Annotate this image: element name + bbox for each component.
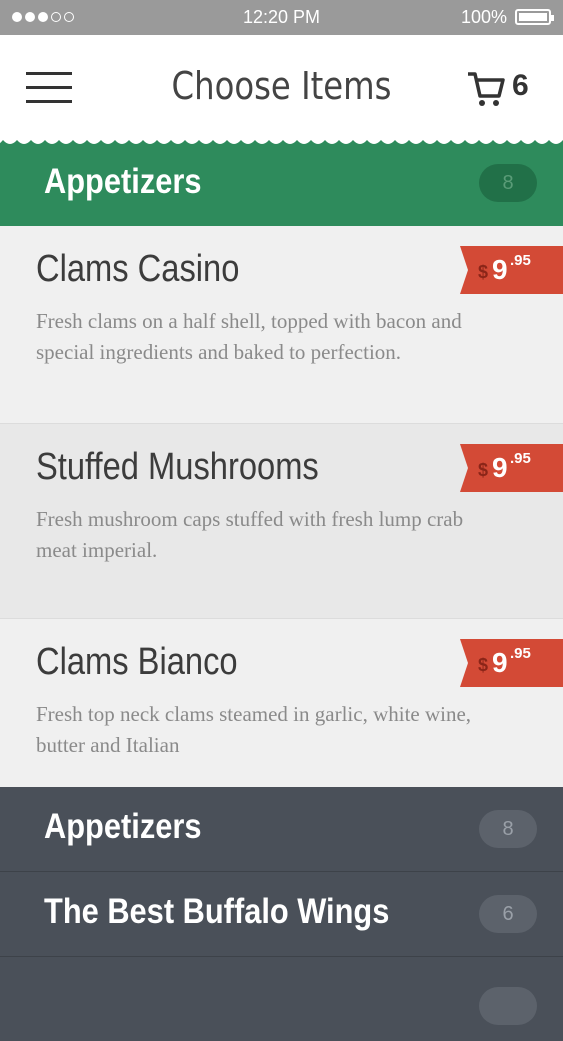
list-item[interactable]: Stuffed Mushrooms Fresh mushroom caps st… <box>0 424 563 619</box>
status-bar: 12:20 PM 100% <box>0 0 563 35</box>
item-name: Clams Casino <box>36 248 240 290</box>
price-tag: $9.95 <box>460 444 563 492</box>
category-title: Appetizers <box>44 807 202 846</box>
category-count-badge <box>479 987 537 1025</box>
item-description: Fresh mushroom caps stuffed with fresh l… <box>36 507 464 562</box>
category-row-buffalo-wings[interactable]: The Best Buffalo Wings 6 <box>0 872 563 957</box>
list-item[interactable]: Clams Bianco Fresh top neck clams steame… <box>0 619 563 787</box>
battery-icon <box>515 9 554 25</box>
price-tag: $9.95 <box>460 639 563 687</box>
category-count-badge: 6 <box>479 895 537 933</box>
wavy-divider <box>0 130 563 144</box>
item-name: Stuffed Mushrooms <box>36 446 319 488</box>
page-title: Choose Items <box>171 64 392 108</box>
cart-count[interactable]: 6 <box>512 69 529 103</box>
app-header: Choose Items 6 <box>0 35 563 145</box>
category-title: The Best Buffalo Wings <box>44 892 390 931</box>
category-row-appetizers[interactable]: Appetizers 8 <box>0 787 563 872</box>
section-count-badge: 8 <box>479 164 537 202</box>
section-title: Appetizers <box>44 162 202 201</box>
section-header-appetizers[interactable]: Appetizers 8 <box>0 140 563 226</box>
price-tag: $9.95 <box>460 246 563 294</box>
list-item[interactable]: Clams Casino Fresh clams on a half shell… <box>0 226 563 424</box>
shopping-cart-icon[interactable] <box>466 69 506 109</box>
battery-percentage: 100% <box>460 7 507 27</box>
item-description: Fresh clams on a half shell, topped with… <box>36 309 462 364</box>
item-description: Fresh top neck clams steamed in garlic, … <box>36 702 472 757</box>
category-row[interactable] <box>0 957 563 1041</box>
item-name: Clams Bianco <box>36 641 238 683</box>
category-count-badge: 8 <box>479 810 537 848</box>
